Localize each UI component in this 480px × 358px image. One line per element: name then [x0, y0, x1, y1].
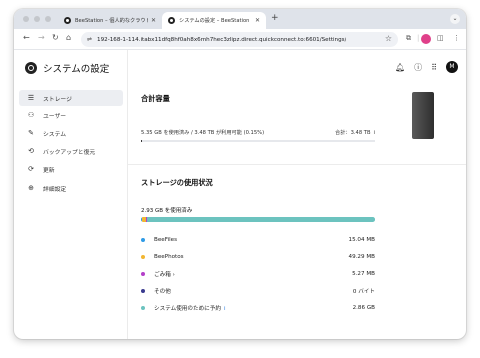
usage-row-system-reserved: システム使用のために予約 ⅰ 2.86 GB	[141, 303, 375, 313]
sidebar-item-backup[interactable]: ⟲ バックアップと復元	[19, 143, 123, 159]
capacity-progress-bar	[141, 140, 375, 142]
usage-breakdown-bar	[141, 217, 375, 222]
capacity-total-text: 合計：3.48 TB ⅰ	[335, 130, 375, 136]
chevron-right-icon[interactable]: ›	[173, 272, 175, 278]
sidebar-item-label: 詳細設定	[43, 186, 67, 193]
user-icon: ⚇	[27, 111, 35, 119]
sidebar-item-advanced[interactable]: ⊕ 詳細設定	[19, 180, 123, 196]
usage-row-beefiles: BeeFiles 15.04 MB	[141, 235, 375, 245]
back-icon[interactable]: ←	[23, 33, 30, 42]
usage-label[interactable]: ごみ箱 ›	[154, 270, 352, 278]
tab-title: システムの設定 – BeeStation	[179, 18, 250, 24]
forward-icon[interactable]: →	[38, 33, 45, 42]
usage-label: BeePhotos	[154, 254, 184, 260]
usage-row-other: その他 0 バイト	[141, 286, 375, 296]
sidebar-item-update[interactable]: ⟳ 更新	[19, 161, 123, 177]
usage-value: 0 バイト	[352, 289, 375, 295]
tab-title: BeeStation – 個人的なクラウド	[75, 18, 148, 24]
sidepanel-icon[interactable]: ◫	[437, 34, 444, 42]
sidebar-item-label: 更新	[43, 167, 55, 174]
beestation-favicon-icon	[168, 17, 175, 24]
usage-label: その他	[154, 289, 171, 295]
bookmark-star-icon[interactable]: ☆	[385, 34, 392, 43]
window-controls	[23, 16, 51, 22]
reload-icon[interactable]: ↻	[52, 33, 59, 42]
usage-heading: ストレージの使用状況	[141, 178, 213, 187]
usage-value: 15.04 MB	[348, 237, 375, 243]
usage-row-trash[interactable]: ごみ箱 › 5.27 MB	[141, 269, 375, 279]
capacity-used-text: 5.35 GB を使用済み / 3.48 TB が利用可能 (0.15%)	[141, 130, 265, 136]
browser-window: BeeStation – 個人的なクラウド ✕ システムの設定 – BeeSta…	[14, 9, 466, 339]
extensions-icon[interactable]: ⧉	[406, 34, 411, 43]
sidebar-item-system[interactable]: ✎ システム	[19, 125, 123, 141]
storage-icon: ☰	[27, 94, 35, 102]
toolbar-divider: |	[417, 34, 420, 42]
close-tab-icon[interactable]: ✕	[151, 17, 156, 24]
browser-tab-settings[interactable]: システムの設定 – BeeStation ✕	[162, 12, 266, 29]
legend-dot	[141, 238, 145, 242]
profile-avatar[interactable]	[421, 34, 431, 44]
beestation-logo-icon	[25, 62, 37, 74]
info-icon[interactable]: ⅰ	[374, 130, 375, 136]
sidebar-item-storage[interactable]: ☰ ストレージ	[19, 90, 123, 106]
usage-label: BeeFiles	[154, 237, 177, 243]
zoom-window-button[interactable]	[45, 16, 51, 22]
sidebar: システムの設定 ☰ ストレージ ⚇ ユーザー ✎ システム ⟲ バックアップと復…	[14, 50, 128, 339]
info-icon[interactable]: ⅰ	[224, 306, 226, 312]
close-tab-icon[interactable]: ✕	[255, 17, 260, 24]
main-content: 合計容量 5.35 GB を使用済み / 3.48 TB が利用可能 (0.15…	[128, 50, 466, 339]
advanced-icon: ⊕	[28, 184, 34, 192]
home-icon[interactable]: ⌂	[66, 33, 71, 42]
beestation-favicon-icon	[64, 17, 71, 24]
update-icon: ⟳	[28, 165, 34, 173]
new-tab-icon[interactable]: +	[271, 13, 279, 23]
usage-value: 5.27 MB	[352, 271, 375, 277]
usage-value: 49.29 MB	[348, 254, 375, 260]
legend-dot	[141, 306, 145, 310]
sidebar-item-label: バックアップと復元	[43, 149, 96, 156]
sidebar-item-label: ストレージ	[43, 96, 72, 103]
url-text: 192-168-1-114.itabx11dfq8hf0ah8x6mh7hec3…	[97, 36, 347, 43]
usage-label: システム使用のために予約 ⅰ	[154, 306, 226, 312]
capacity-heading: 合計容量	[141, 94, 170, 103]
usage-value: 2.86 GB	[352, 305, 375, 311]
nas-device-image	[412, 92, 434, 139]
site-info-icon[interactable]: ⇌	[87, 36, 92, 43]
address-bar[interactable]: ⇌ 192-168-1-114.itabx11dfq8hf0ah8x6mh7he…	[81, 32, 398, 47]
browser-menu-icon[interactable]: ⋮	[453, 34, 460, 42]
close-window-button[interactable]	[23, 16, 29, 22]
browser-tab-beestation[interactable]: BeeStation – 個人的なクラウド ✕	[58, 12, 162, 29]
backup-icon: ⟲	[28, 147, 34, 155]
wrench-icon: ✎	[28, 129, 34, 137]
settings-app: システムの設定 ☰ ストレージ ⚇ ユーザー ✎ システム ⟲ バックアップと復…	[14, 50, 466, 339]
page-title: システムの設定	[43, 64, 110, 75]
capacity-progress-fill	[141, 140, 143, 142]
minimize-window-button[interactable]	[34, 16, 40, 22]
tab-search-icon[interactable]: ⌄	[450, 14, 460, 24]
usage-used-title: 2.93 GB を使用済み	[141, 208, 193, 214]
capacity-summary: 5.35 GB を使用済み / 3.48 TB が利用可能 (0.15%) 合計…	[141, 129, 375, 136]
usage-row-beephotos: BeePhotos 49.29 MB	[141, 252, 375, 262]
legend-dot	[141, 289, 145, 293]
tab-strip: BeeStation – 個人的なクラウド ✕ システムの設定 – BeeSta…	[14, 9, 466, 29]
legend-dot	[141, 255, 145, 259]
sidebar-item-label: ユーザー	[43, 113, 67, 120]
section-divider	[128, 164, 466, 165]
legend-dot	[141, 272, 145, 276]
sidebar-item-label: システム	[43, 131, 67, 138]
browser-toolbar: ← → ↻ ⌂ ⇌ 192-168-1-114.itabx11dfq8hf0ah…	[14, 29, 466, 50]
app-brand: システムの設定	[25, 61, 109, 75]
usage-bar-segment	[146, 217, 375, 222]
sidebar-item-users[interactable]: ⚇ ユーザー	[19, 107, 123, 123]
